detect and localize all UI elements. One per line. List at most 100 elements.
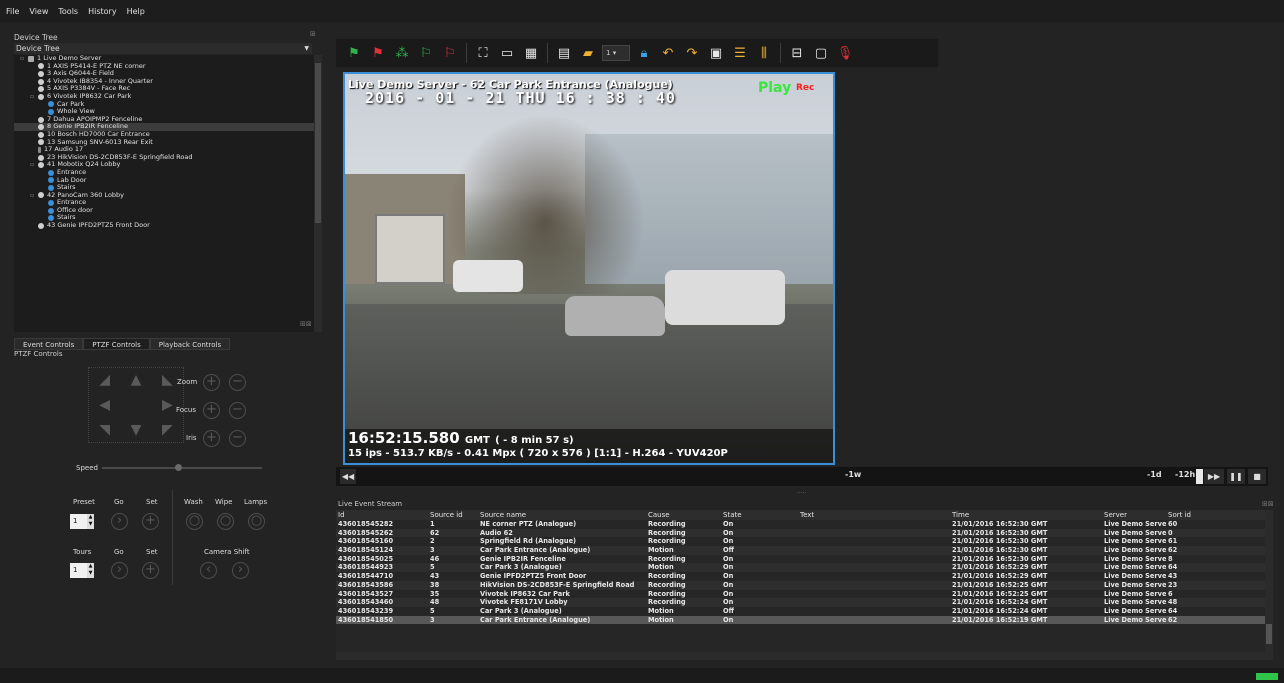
settings-list-icon[interactable]: ☰	[730, 43, 750, 63]
focus-out-button[interactable]: −	[229, 402, 246, 419]
grid-icon[interactable]: ▦	[521, 43, 541, 63]
camera-shift-right-button[interactable]: ›	[232, 562, 249, 579]
timeline[interactable]: ◀◀ -1w -1d -12h ▶▶ ❚❚ ■	[336, 467, 1268, 486]
stop-event-icon[interactable]: ⚑	[368, 43, 388, 63]
column-header-text[interactable]: Text	[798, 510, 950, 520]
clear-event-icon[interactable]: ⚐	[440, 43, 460, 63]
tilt-up-icon[interactable]: ▲	[120, 368, 151, 393]
column-header-source-name[interactable]: Source name	[478, 510, 646, 520]
tree-expander[interactable]: ▫	[30, 161, 38, 169]
device-tree-select[interactable]: Device Tree ▼	[14, 43, 312, 54]
lamps-button[interactable]: ○	[248, 513, 265, 530]
table-row[interactable]: 436018543527 35 Vivotek IP8632 Car Park Rec…	[336, 590, 1273, 599]
table-row[interactable]: 436018545160 2 Springfield Rd (Analogue) Re…	[336, 537, 1273, 546]
table-cell: 436018545282	[338, 520, 394, 528]
iris-close-button[interactable]: −	[229, 430, 246, 447]
event-stream-table[interactable]: Id Source id Source name Cause State Tex…	[336, 510, 1273, 660]
table-row[interactable]: 436018545262 62 Audio 62 Recording On 21/01/2…	[336, 528, 1273, 538]
table-row[interactable]: 436018545282 1 NE corner PTZ (Analogue) Rec…	[336, 520, 1273, 529]
layout-spinbox[interactable]: 1 ▾	[602, 45, 630, 61]
table-row[interactable]: 436018541850 3 Car Park Entrance (Analogue…	[336, 615, 1273, 625]
table-row[interactable]: 436018544710 43 Genie IPFD2PTZ5 Front Door…	[336, 572, 1273, 581]
pause-button[interactable]: ❚❚	[1227, 469, 1245, 484]
pan-down-right-icon[interactable]: ◤	[152, 417, 183, 442]
table-row[interactable]: 436018543239 5 Car Park 3 (Analogue) Motion…	[336, 607, 1273, 616]
column-header-cause[interactable]: Cause	[646, 510, 721, 520]
panel-float-icon[interactable]: ⊞⊠	[1262, 500, 1274, 508]
splitter-grip[interactable]: ·····	[797, 490, 807, 497]
folder-icon[interactable]: ▰	[578, 43, 598, 63]
table-row[interactable]: 436018543586 38 HikVision DS-2CD853F-E Spr…	[336, 580, 1273, 590]
column-header-sort-id[interactable]: Sort id	[1166, 510, 1265, 520]
tilt-down-icon[interactable]: ▼	[120, 417, 151, 442]
lock-icon[interactable]: 🔒︎	[634, 43, 654, 63]
tab-playback-controls[interactable]: Playback Controls	[149, 338, 231, 350]
zoom-in-button[interactable]: +	[203, 374, 220, 391]
table-row[interactable]: 436018543460 48 Vivotek FE8171V Lobby Recor…	[336, 598, 1273, 607]
column-header-time[interactable]: Time	[950, 510, 1102, 520]
video-pane[interactable]: Live Demo Server - 62 Car Park Entrance …	[343, 72, 835, 465]
menu-history[interactable]: History	[88, 7, 116, 16]
tab-ptzf-controls[interactable]: PTZF Controls	[83, 338, 150, 350]
column-header-id[interactable]: Id	[336, 510, 428, 520]
zoom-out-button[interactable]: −	[229, 374, 246, 391]
chat-icon[interactable]: ▢	[811, 43, 831, 63]
table-row[interactable]: 436018545124 3 Car Park Entrance (Analogue…	[336, 546, 1273, 555]
preset-go-button[interactable]: ›	[111, 513, 128, 530]
timeline-cursor[interactable]	[1196, 469, 1203, 484]
open-layout-icon[interactable]: ▤	[554, 43, 574, 63]
table-cell: On	[723, 563, 734, 572]
device-tree[interactable]: ▫ 1 Live Demo Server 1 AXIS P5414-E PTZ NE…	[14, 55, 322, 332]
preset-spinbox[interactable]: 1 ▲ ▼	[70, 514, 94, 529]
iris-open-button[interactable]: +	[203, 430, 220, 447]
tab-event-controls[interactable]: Event Controls	[14, 338, 84, 350]
table-row[interactable]: 436018544923 5 Car Park 3 (Analogue) Motion…	[336, 563, 1273, 573]
undo-icon[interactable]: ↶	[658, 43, 678, 63]
pan-up-left-icon[interactable]: ◢	[89, 368, 120, 393]
wipe-button[interactable]: ○	[217, 513, 234, 530]
rewind-button[interactable]: ◀◀	[340, 469, 356, 484]
focus-in-button[interactable]: +	[203, 402, 220, 419]
tree-expander[interactable]: ▫	[30, 93, 38, 101]
speed-slider-handle[interactable]	[175, 464, 182, 471]
table-cell: Live Demo Server	[1104, 598, 1166, 607]
tree-expander[interactable]: ▫	[20, 55, 28, 63]
event-tree-icon[interactable]: ⁂	[392, 43, 412, 63]
fast-forward-button[interactable]: ▶▶	[1204, 469, 1224, 484]
menu-tools[interactable]: Tools	[58, 7, 78, 16]
next-event-icon[interactable]: ⚐	[416, 43, 436, 63]
sliders-icon[interactable]: ⫼	[754, 43, 774, 63]
device-tree-scrollbar[interactable]	[314, 55, 322, 332]
tours-set-button[interactable]: +	[142, 562, 159, 579]
monitor-icon[interactable]: ▭	[497, 43, 517, 63]
tours-go-button[interactable]: ›	[111, 562, 128, 579]
table-row[interactable]: 436018545025 46 Genie IPB2IR Fenceline Reco…	[336, 555, 1273, 564]
start-event-icon[interactable]: ⚑	[344, 43, 364, 63]
redo-icon[interactable]: ↷	[682, 43, 702, 63]
column-header-state[interactable]: State	[721, 510, 798, 520]
pan-down-left-icon[interactable]: ◥	[89, 417, 120, 442]
tree-item[interactable]: 43 Genie IPFD2PTZ5 Front Door	[14, 221, 322, 230]
menu-help[interactable]: Help	[127, 7, 145, 16]
camera-shift-left-button[interactable]: ‹	[200, 562, 217, 579]
preset-set-button[interactable]: +	[142, 513, 159, 530]
pan-left-icon[interactable]: ◀	[89, 393, 120, 418]
panel-float-icon[interactable]: ⊞	[310, 30, 316, 38]
menu-view[interactable]: View	[29, 7, 48, 16]
panel-float-icon[interactable]: ⊞⊠	[300, 320, 312, 328]
video-scene	[665, 270, 785, 325]
speed-slider[interactable]	[102, 467, 262, 469]
tours-spinbox[interactable]: 1 ▲ ▼	[70, 563, 94, 578]
column-header-source-id[interactable]: Source id	[428, 510, 478, 520]
snapshot-icon[interactable]: ▣	[706, 43, 726, 63]
tree-expander[interactable]: ▫	[30, 192, 38, 200]
wash-button[interactable]: ○	[186, 513, 203, 530]
column-header-server[interactable]: Server	[1102, 510, 1166, 520]
menu-file[interactable]: File	[6, 7, 19, 16]
stop-button[interactable]: ■	[1248, 469, 1266, 484]
window-icon[interactable]: ⊟	[787, 43, 807, 63]
microphone-mute-icon[interactable]: 🎙︎	[835, 43, 855, 63]
event-stream-hscrollbar[interactable]	[336, 652, 1265, 660]
fullscreen-icon[interactable]: ⛶	[473, 43, 493, 63]
event-stream-scrollbar[interactable]	[1265, 510, 1273, 660]
